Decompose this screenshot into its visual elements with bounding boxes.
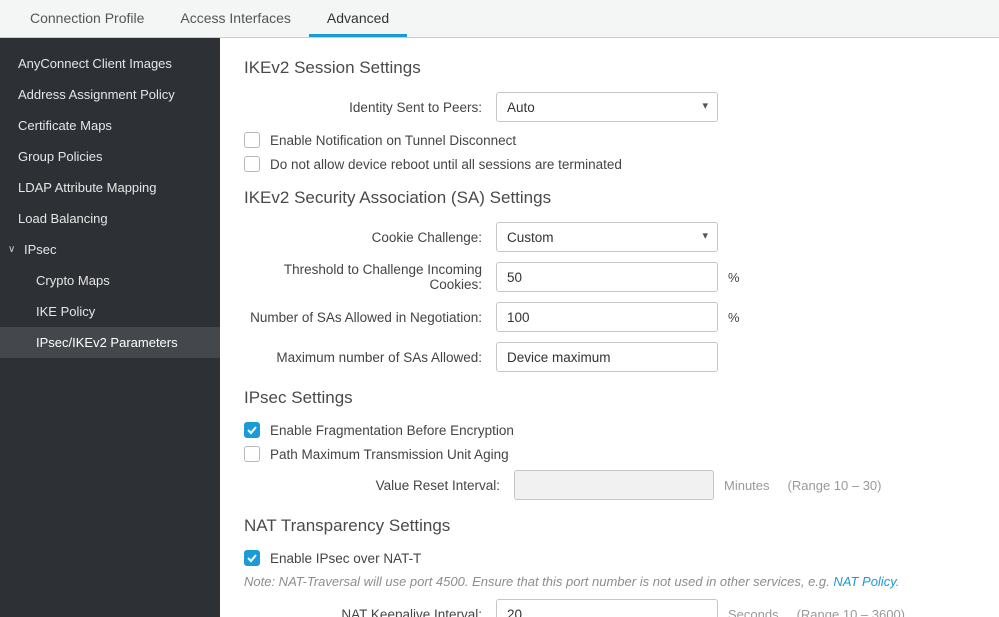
nat-note: Note: NAT-Traversal will use port 4500. …	[244, 574, 975, 589]
range-10-30-hint: (Range 10 – 30)	[788, 478, 882, 493]
identity-sent-label: Identity Sent to Peers:	[244, 100, 496, 115]
tab-advanced[interactable]: Advanced	[309, 0, 407, 37]
percent-suffix-2: %	[728, 310, 740, 325]
threshold-cookies-input[interactable]	[496, 262, 718, 292]
pmtu-aging-checkbox[interactable]	[244, 446, 260, 462]
sidebar-item-crypto-maps[interactable]: Crypto Maps	[0, 265, 220, 296]
enable-notification-checkbox[interactable]	[244, 132, 260, 148]
max-sas-label: Maximum number of SAs Allowed:	[244, 350, 496, 365]
enable-fragmentation-checkbox[interactable]	[244, 422, 260, 438]
section-nat-transparency: NAT Transparency Settings	[244, 516, 975, 536]
sidebar-item-ipsec[interactable]: ∨ IPsec	[0, 234, 220, 265]
cookie-challenge-select[interactable]: Custom	[496, 222, 718, 252]
enable-nat-t-label: Enable IPsec over NAT-T	[270, 551, 421, 566]
pmtu-aging-label: Path Maximum Transmission Unit Aging	[270, 447, 509, 462]
range-10-3600-hint: (Range 10 – 3600)	[797, 607, 905, 617]
nat-keepalive-input[interactable]	[496, 599, 718, 617]
sidebar-item-ldap-mapping[interactable]: LDAP Attribute Mapping	[0, 172, 220, 203]
seconds-suffix: Seconds	[728, 607, 779, 617]
sidebar: AnyConnect Client Images Address Assignm…	[0, 38, 220, 617]
section-ipsec-settings: IPsec Settings	[244, 388, 975, 408]
top-tabs: Connection Profile Access Interfaces Adv…	[0, 0, 999, 38]
tab-access-interfaces[interactable]: Access Interfaces	[162, 0, 309, 37]
sidebar-item-ike-policy[interactable]: IKE Policy	[0, 296, 220, 327]
no-reboot-label: Do not allow device reboot until all ses…	[270, 157, 622, 172]
threshold-cookies-label: Threshold to Challenge Incoming Cookies:	[244, 262, 496, 292]
no-reboot-checkbox[interactable]	[244, 156, 260, 172]
sidebar-item-address-assignment[interactable]: Address Assignment Policy	[0, 79, 220, 110]
identity-sent-select[interactable]: Auto	[496, 92, 718, 122]
sidebar-item-ipsec-ikev2[interactable]: IPsec/IKEv2 Parameters	[0, 327, 220, 358]
max-sas-input[interactable]	[496, 342, 718, 372]
percent-suffix: %	[728, 270, 740, 285]
nat-note-suffix: .	[896, 574, 900, 589]
section-ikev2-sa: IKEv2 Security Association (SA) Settings	[244, 188, 975, 208]
enable-nat-t-checkbox[interactable]	[244, 550, 260, 566]
nat-keepalive-label: NAT Keepalive Interval:	[244, 607, 496, 617]
content-panel: IKEv2 Session Settings Identity Sent to …	[220, 38, 999, 617]
chevron-down-icon: ∨	[8, 244, 20, 255]
tab-connection-profile[interactable]: Connection Profile	[12, 0, 162, 37]
sidebar-item-group-policies[interactable]: Group Policies	[0, 141, 220, 172]
nat-note-prefix: Note: NAT-Traversal will use port 4500. …	[244, 574, 833, 589]
sidebar-item-certificate-maps[interactable]: Certificate Maps	[0, 110, 220, 141]
value-reset-input	[514, 470, 714, 500]
sidebar-item-label: IPsec	[24, 242, 57, 257]
enable-fragmentation-label: Enable Fragmentation Before Encryption	[270, 423, 514, 438]
nat-policy-link[interactable]: NAT Policy	[833, 574, 895, 589]
value-reset-label: Value Reset Interval:	[244, 478, 514, 493]
section-ikev2-session: IKEv2 Session Settings	[244, 58, 975, 78]
num-sas-neg-label: Number of SAs Allowed in Negotiation:	[244, 310, 496, 325]
sidebar-item-load-balancing[interactable]: Load Balancing	[0, 203, 220, 234]
minutes-suffix: Minutes	[724, 478, 770, 493]
sidebar-item-anyconnect[interactable]: AnyConnect Client Images	[0, 48, 220, 79]
num-sas-neg-input[interactable]	[496, 302, 718, 332]
enable-notification-label: Enable Notification on Tunnel Disconnect	[270, 133, 516, 148]
cookie-challenge-label: Cookie Challenge:	[244, 230, 496, 245]
